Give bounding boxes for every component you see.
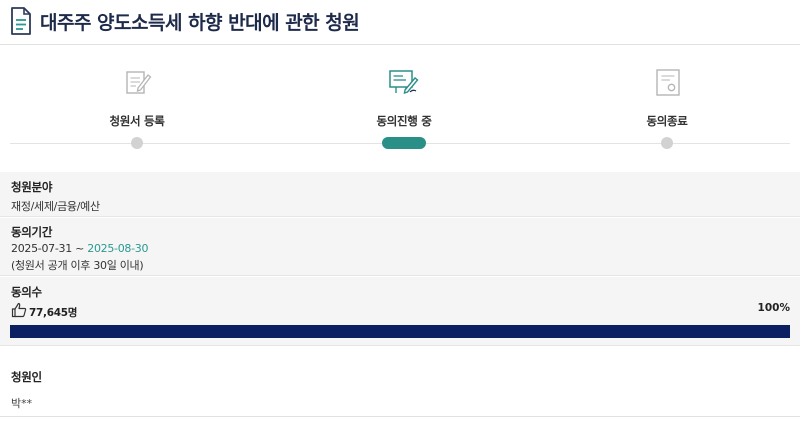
document-icon xyxy=(11,7,31,35)
category-value: 재정/세제/금융/예산 xyxy=(11,200,100,213)
title-bar: 대주주 양도소득세 하향 반대에 관한 청원 xyxy=(0,0,800,44)
period-heading: 동의기간 xyxy=(11,225,53,239)
period-dates: 2025-07-31 ~ 2025-08-30 xyxy=(11,242,148,255)
category-section: 청원분야 재정/세제/금융/예산 xyxy=(0,172,800,217)
signing-icon xyxy=(389,70,419,95)
bottom-divider xyxy=(0,416,800,417)
period-section: 동의기간 2025-07-31 ~ 2025-08-30 (청원서 공개 이후 … xyxy=(0,218,800,276)
agreement-section: 동의수 77,645명 100% xyxy=(0,277,800,346)
petitioner-name: 박** xyxy=(11,397,33,410)
step-label-register: 청원서 등록 xyxy=(109,114,165,128)
period-note: (청원서 공개 이후 30일 이내) xyxy=(11,259,144,272)
step-label-in-progress: 동의진행 중 xyxy=(376,114,432,128)
agreement-percent: 100% xyxy=(757,302,790,314)
progress-stepper: 청원서 등록 동의진행 중 동의종료 xyxy=(0,45,800,155)
step-dot-closed xyxy=(661,137,673,149)
period-start: 2025-07-31 xyxy=(11,242,72,255)
step-dot-register xyxy=(131,137,143,149)
agreement-progress-bar xyxy=(10,325,790,338)
step-label-closed: 동의종료 xyxy=(646,114,688,128)
agreement-progress-fill xyxy=(10,325,790,338)
step-indicator-current xyxy=(382,137,426,149)
agreement-count: 77,645명 xyxy=(29,307,78,319)
page-title: 대주주 양도소득세 하향 반대에 관한 청원 xyxy=(40,12,360,34)
period-separator: ~ xyxy=(71,242,88,255)
category-heading: 청원분야 xyxy=(11,180,53,194)
thumbs-up-icon xyxy=(11,302,27,318)
petitioner-heading: 청원인 xyxy=(11,370,42,384)
write-document-icon xyxy=(126,71,152,94)
period-end: 2025-08-30 xyxy=(87,242,149,255)
certificate-icon xyxy=(656,69,680,96)
agreement-heading: 동의수 xyxy=(11,285,42,299)
